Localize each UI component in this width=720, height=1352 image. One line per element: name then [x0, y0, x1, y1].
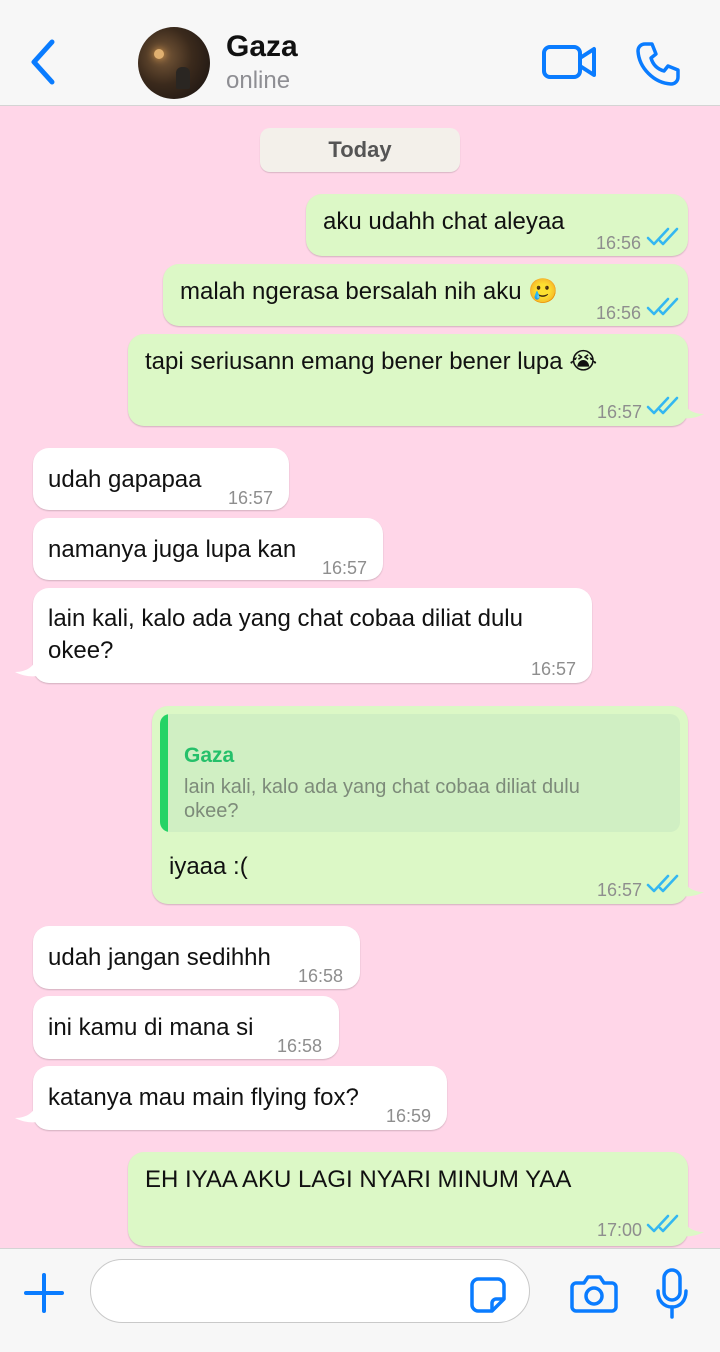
message-time: 16:57 [322, 558, 368, 578]
message-time: 16:57 [597, 880, 643, 900]
double-check-icon [646, 227, 679, 246]
message-time: 16:58 [298, 966, 344, 986]
quoted-message[interactable]: Gaza lain kali, kalo ada yang chat cobaa… [160, 714, 680, 832]
bubble-tail [15, 1102, 37, 1123]
double-check-icon [646, 1214, 679, 1233]
quoted-author: Gaza [184, 744, 235, 767]
message-text: tapi seriusann emang bener bener lupa 😭 [145, 348, 598, 375]
message-time: 17:00 [597, 1220, 643, 1240]
message-text: iyaaa :( [169, 853, 248, 880]
bubble-tail [682, 1216, 704, 1237]
message-time: 16:58 [277, 1036, 323, 1056]
message-text: katanya mau main flying fox? [48, 1084, 359, 1111]
bubble-tail [682, 398, 704, 419]
incoming-message[interactable]: lain kali, kalo ada yang chat cobaa dili… [33, 588, 592, 683]
incoming-message[interactable]: ini kamu di mana si 16:58 [33, 996, 339, 1059]
double-check-icon [646, 874, 679, 893]
message-input[interactable] [90, 1259, 530, 1323]
message-time: 16:56 [596, 303, 642, 323]
camera-button[interactable] [570, 1273, 618, 1313]
sticker-button[interactable] [468, 1275, 508, 1315]
camera-icon [570, 1275, 618, 1313]
video-camera-icon [542, 45, 596, 79]
incoming-message[interactable]: katanya mau main flying fox? 16:59 [33, 1066, 447, 1130]
double-check-icon [646, 396, 679, 415]
plus-icon [24, 1273, 64, 1313]
message-time: 16:57 [531, 659, 577, 679]
message-text: namanya juga lupa kan [48, 536, 297, 563]
outgoing-message[interactable]: aku udahh chat aleyaa 16:56 [306, 194, 688, 256]
composer-bar [0, 1248, 720, 1352]
back-button[interactable] [22, 34, 66, 90]
contact-name[interactable]: Gaza [226, 30, 298, 64]
incoming-message[interactable]: namanya juga lupa kan 16:57 [33, 518, 383, 580]
video-call-button[interactable] [540, 40, 598, 86]
contact-status: online [226, 67, 291, 94]
phone-icon [636, 42, 680, 86]
bubble-tail [682, 876, 704, 897]
outgoing-reply-message[interactable]: Gaza lain kali, kalo ada yang chat cobaa… [152, 706, 688, 904]
message-time: 16:56 [596, 233, 642, 253]
bubble-tail [15, 656, 37, 677]
microphone-icon [656, 1268, 688, 1319]
outgoing-message[interactable]: EH IYAA AKU LAGI NYARI MINUM YAA 17:00 [128, 1152, 688, 1246]
sticker-icon [470, 1277, 506, 1313]
message-text: aku udahh chat aleyaa [323, 208, 565, 235]
outgoing-message[interactable]: tapi seriusann emang bener bener lupa 😭 … [128, 334, 688, 426]
double-check-icon [646, 297, 679, 316]
message-text: malah ngerasa bersalah nih aku 🥲 [180, 278, 559, 305]
attach-button[interactable] [22, 1271, 66, 1315]
microphone-button[interactable] [654, 1267, 690, 1321]
avatar[interactable] [138, 27, 210, 99]
message-text: okee? [48, 637, 114, 664]
incoming-message[interactable]: udah jangan sedihhh 16:58 [33, 926, 360, 989]
message-text: udah gapapaa [48, 466, 202, 493]
outgoing-message[interactable]: malah ngerasa bersalah nih aku 🥲 16:56 [163, 264, 688, 326]
quoted-text: lain kali, kalo ada yang chat cobaa dili… [184, 776, 580, 798]
chevron-left-icon [31, 39, 55, 85]
message-time: 16:57 [597, 402, 643, 422]
quoted-text: okee? [184, 800, 239, 822]
message-time: 16:57 [228, 488, 274, 508]
incoming-message[interactable]: udah gapapaa 16:57 [33, 448, 289, 510]
message-text: udah jangan sedihhh [48, 944, 271, 971]
voice-call-button[interactable] [634, 40, 682, 88]
message-text: EH IYAA AKU LAGI NYARI MINUM YAA [145, 1166, 572, 1193]
message-time: 16:59 [386, 1106, 432, 1126]
message-text: lain kali, kalo ada yang chat cobaa dili… [48, 605, 523, 632]
date-divider: Today [260, 128, 460, 172]
chat-header: Gaza online [0, 0, 720, 106]
message-text: ini kamu di mana si [48, 1014, 254, 1041]
